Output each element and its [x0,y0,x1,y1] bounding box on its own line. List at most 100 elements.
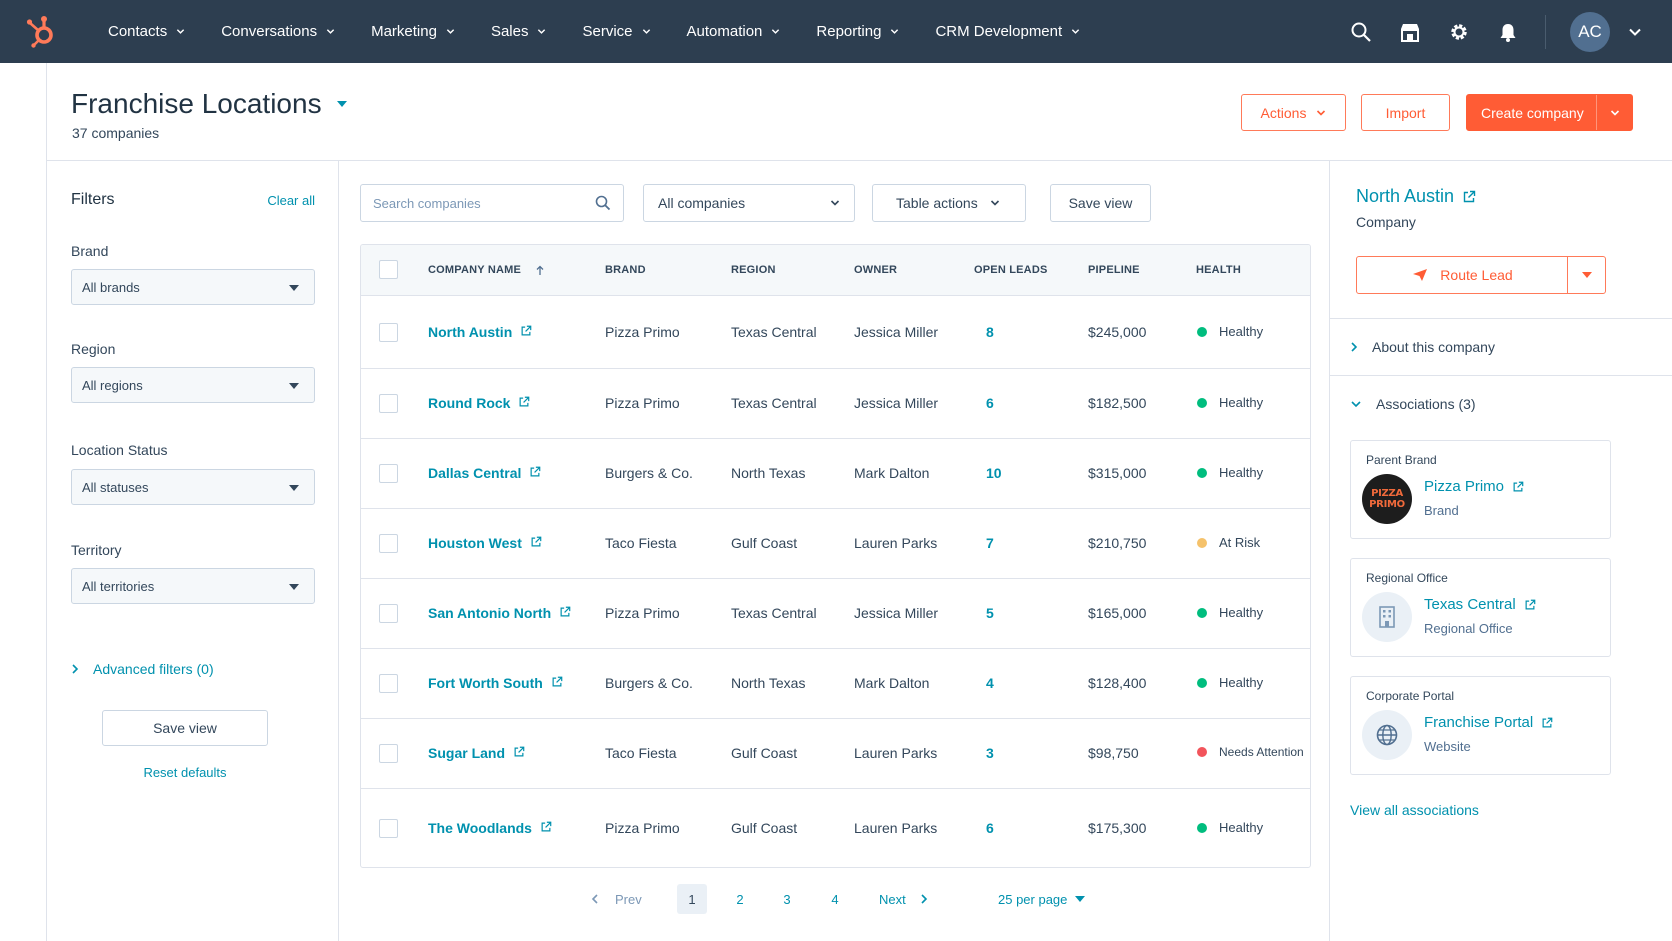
table-row[interactable]: Fort Worth South Burgers & Co. North Texas… [361,649,1310,719]
reset-defaults-link[interactable]: Reset defaults [102,765,268,780]
clear-all-filters-link[interactable]: Clear all [267,193,315,208]
search-companies-input[interactable]: Search companies [360,184,624,222]
row-checkbox[interactable] [379,674,398,693]
nav-item-label: Conversations [221,23,318,40]
route-lead-action[interactable]: Route Lead [1357,257,1568,293]
column-header-company-name[interactable]: COMPANY NAME [428,264,544,276]
company-name: Dallas Central [428,465,522,481]
open-leads-link[interactable]: 3 [986,745,994,761]
table-row[interactable]: Houston West Taco Fiesta Gulf Coast Lauren … [361,509,1310,579]
notification-bell-icon[interactable] [1496,20,1520,44]
open-leads-link[interactable]: 10 [986,465,1002,481]
view-select-dropdown[interactable]: All companies [643,184,855,222]
page-1-button[interactable]: 1 [677,884,707,914]
company-name-link[interactable]: Fort Worth South [428,675,563,691]
page-title-text: Franchise Locations [71,88,322,119]
company-name-link[interactable]: Houston West [428,535,542,551]
association-name-link[interactable]: Texas Central [1424,596,1536,613]
nav-item-service[interactable]: Service [582,23,650,40]
table-row[interactable]: North Austin Pizza Primo Texas Central Jess… [361,296,1310,369]
row-checkbox[interactable] [379,819,398,838]
company-name-link[interactable]: Sugar Land [428,745,525,761]
pagination-prev-button[interactable]: Prev [591,884,642,914]
row-checkbox[interactable] [379,394,398,413]
row-checkbox[interactable] [379,534,398,553]
brand-filter-select[interactable]: All brands [71,269,315,305]
account-menu-chevron-icon[interactable] [1628,27,1642,37]
sort-ascending-icon[interactable] [536,265,544,276]
row-checkbox[interactable] [379,323,398,342]
company-name-link[interactable]: North Austin [428,324,532,340]
chevron-down-icon [1317,109,1326,116]
column-header-open-leads[interactable]: OPEN LEADS [974,264,1048,276]
route-lead-button[interactable]: Route Lead [1356,256,1606,294]
create-company-button[interactable]: Create company [1466,94,1633,131]
open-leads-link[interactable]: 6 [986,820,994,836]
select-all-checkbox[interactable] [379,260,398,279]
view-switch-caret-icon[interactable] [336,100,348,108]
association-name-link[interactable]: Franchise Portal [1424,714,1553,731]
table-row[interactable]: The Woodlands Pizza Primo Gulf Coast Lauren… [361,789,1310,867]
row-checkbox[interactable] [379,604,398,623]
per-page-select[interactable]: 25 per page [998,884,1086,914]
marketplace-icon[interactable] [1398,20,1422,44]
view-all-associations-link[interactable]: View all associations [1350,802,1479,818]
chevron-down-icon [1072,29,1080,34]
company-name-link[interactable]: Round Rock [428,395,530,411]
region-filter-select[interactable]: All regions [71,367,315,403]
nav-item-reporting[interactable]: Reporting [816,23,899,40]
column-header-brand[interactable]: BRAND [605,264,646,276]
settings-gear-icon[interactable] [1447,20,1471,44]
save-view-toolbar-button[interactable]: Save view [1050,184,1151,222]
territory-filter-select[interactable]: All territories [71,568,315,604]
column-header-owner[interactable]: OWNER [854,264,897,276]
create-company-dropdown[interactable] [1596,95,1632,130]
nav-item-crm-development[interactable]: CRM Development [935,23,1080,40]
import-button[interactable]: Import [1361,94,1450,131]
route-lead-dropdown[interactable] [1567,257,1605,293]
associations-accordion[interactable]: Associations (3) [1350,396,1476,412]
record-count: 37 companies [72,125,160,141]
open-leads-link[interactable]: 7 [986,535,994,551]
user-avatar[interactable]: AC [1570,11,1610,52]
open-leads-link[interactable]: 6 [986,395,994,411]
company-name-link[interactable]: The Woodlands [428,820,552,836]
owner-cell: Lauren Parks [854,745,938,761]
association-name-link[interactable]: Pizza Primo [1424,478,1524,495]
nav-item-sales[interactable]: Sales [491,23,547,40]
about-company-accordion[interactable]: About this company [1350,339,1495,355]
open-leads-link[interactable]: 8 [986,324,994,340]
page-4-button[interactable]: 4 [820,884,850,914]
save-view-button[interactable]: Save view [102,710,268,746]
record-title-link[interactable]: North Austin [1356,186,1476,207]
table-actions-dropdown[interactable]: Table actions [872,184,1026,222]
dropdown-caret-icon [289,485,299,491]
page-3-button[interactable]: 3 [772,884,802,914]
page-title[interactable]: Franchise Locations [71,88,348,120]
column-header-pipeline[interactable]: PIPELINE [1088,264,1140,276]
pagination-next-button[interactable]: Next [879,884,928,914]
nav-item-conversations[interactable]: Conversations [221,23,335,40]
table-row[interactable]: Round Rock Pizza Primo Texas Central Jessic… [361,369,1310,439]
column-header-health[interactable]: HEALTH [1196,264,1241,276]
company-name-link[interactable]: Dallas Central [428,465,541,481]
location-status-filter-select[interactable]: All statuses [71,469,315,505]
search-icon[interactable] [1349,20,1373,44]
actions-button[interactable]: Actions [1241,94,1346,131]
row-checkbox[interactable] [379,464,398,483]
company-name-link[interactable]: San Antonio North [428,605,571,621]
page-2-button[interactable]: 2 [725,884,755,914]
table-row[interactable]: San Antonio North Pizza Primo Texas Centra… [361,579,1310,649]
nav-item-marketing[interactable]: Marketing [371,23,455,40]
open-leads-link[interactable]: 5 [986,605,994,621]
nav-item-automation[interactable]: Automation [687,23,781,40]
column-header-region[interactable]: REGION [731,264,776,276]
hubspot-logo-icon[interactable] [26,14,58,48]
table-row[interactable]: Dallas Central Burgers & Co. North Texas Ma… [361,439,1310,509]
row-checkbox[interactable] [379,744,398,763]
advanced-filters-toggle[interactable]: Advanced filters (0) [71,661,214,677]
table-row[interactable]: Sugar Land Taco Fiesta Gulf Coast Lauren Pa… [361,719,1310,789]
open-leads-link[interactable]: 4 [986,675,994,691]
nav-item-contacts[interactable]: Contacts [108,23,185,40]
nav-item-label: CRM Development [935,23,1063,40]
